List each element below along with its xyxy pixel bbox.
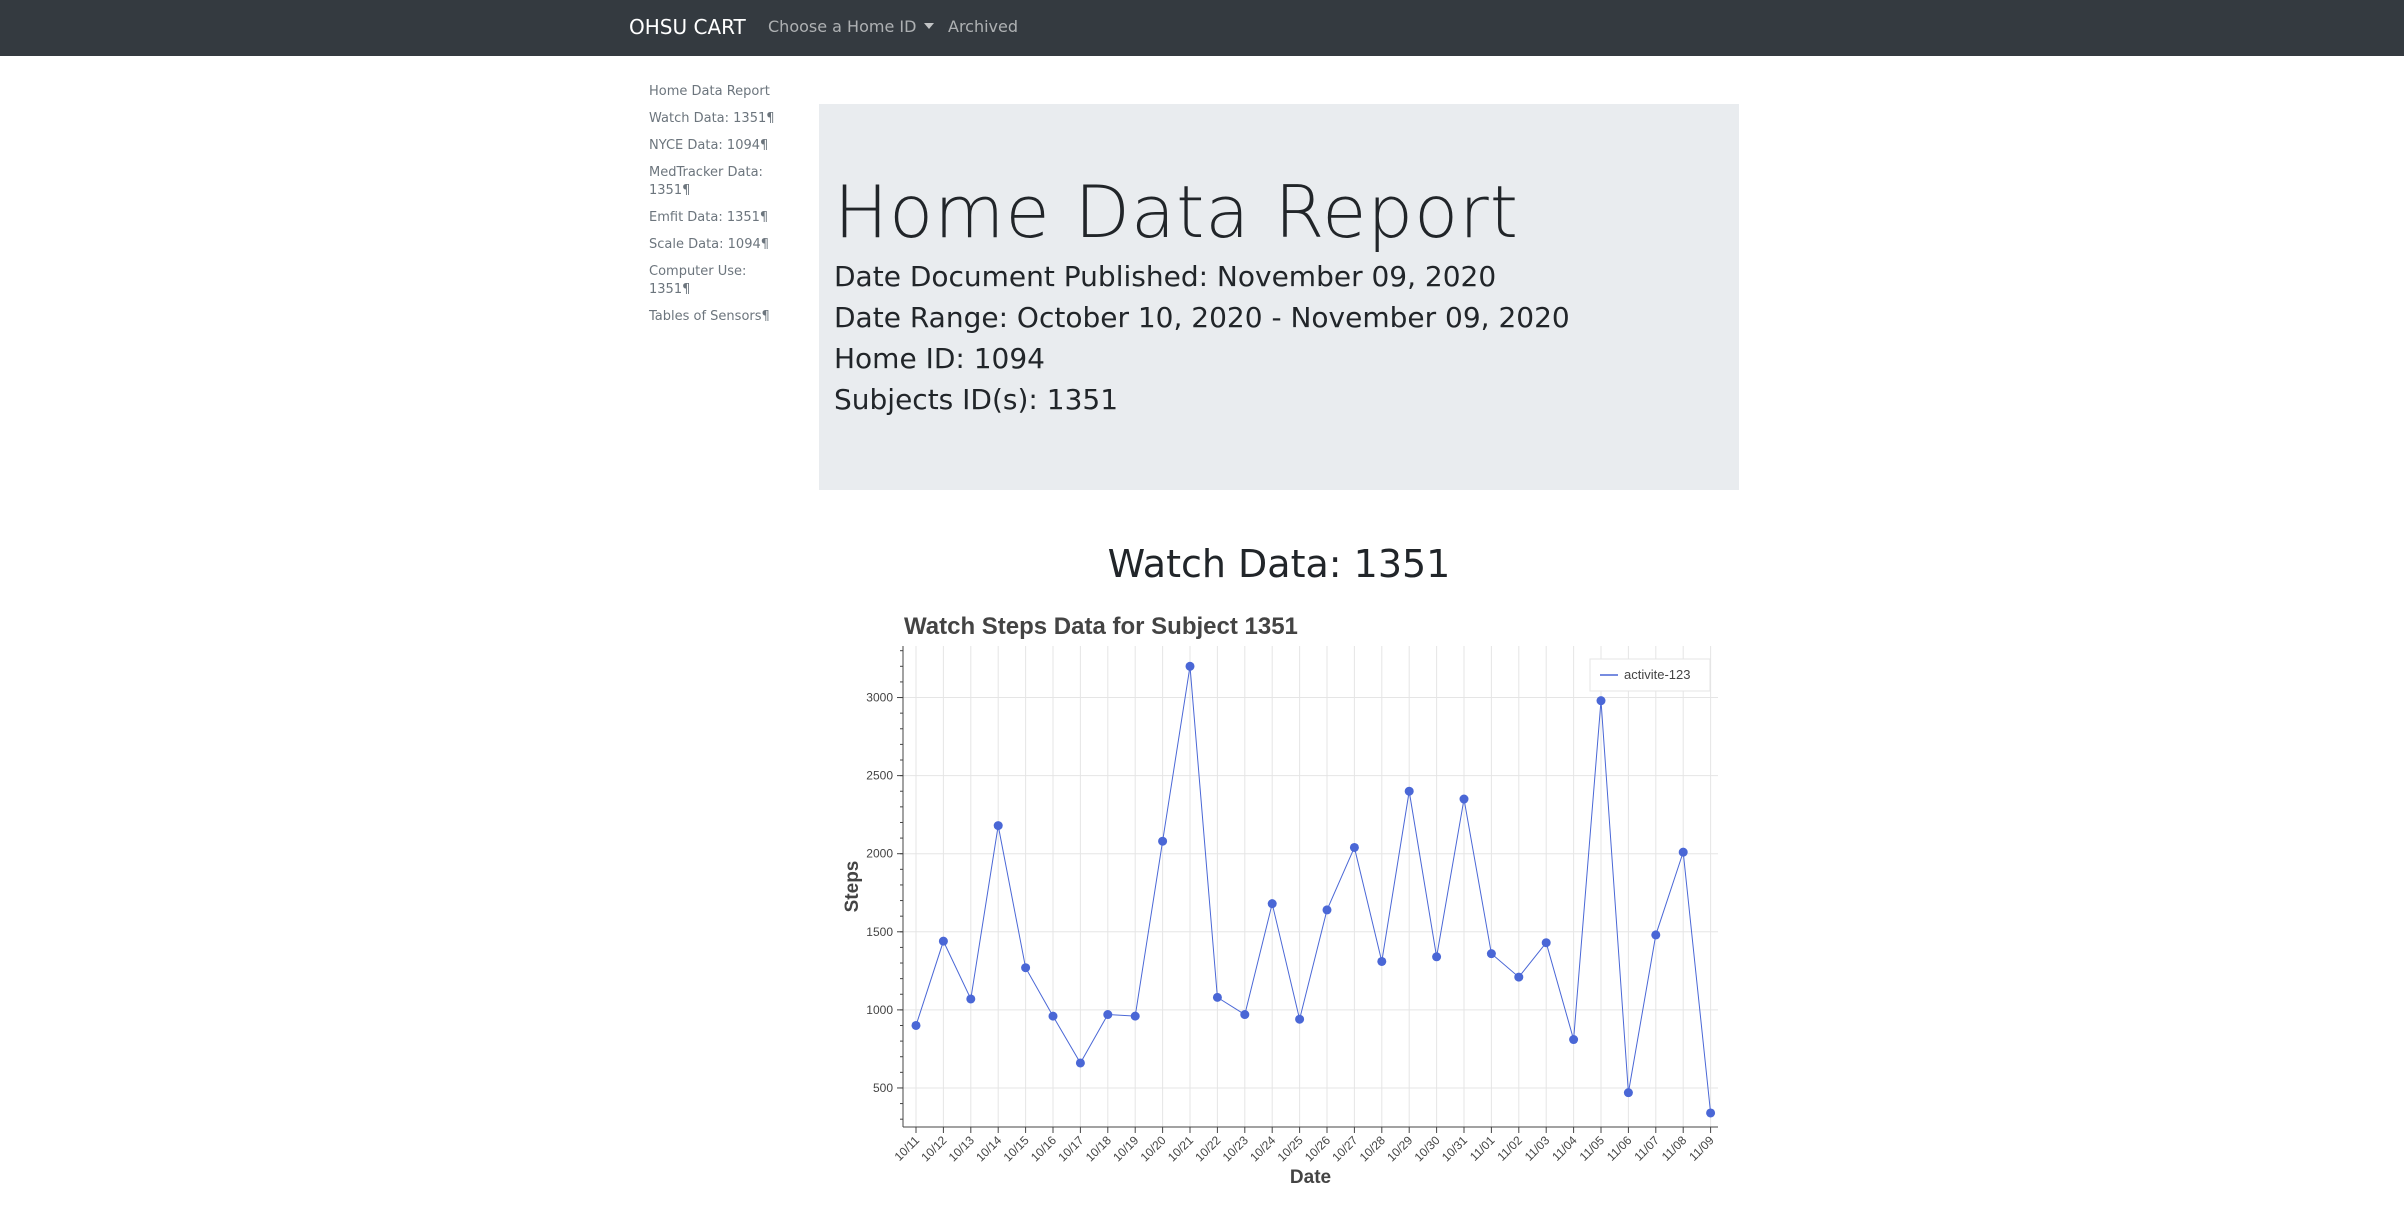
data-point (1048, 1011, 1058, 1021)
home-id-dropdown-label: Choose a Home ID (768, 17, 917, 36)
y-tick-label: 2000 (866, 847, 893, 861)
data-point (1514, 972, 1524, 982)
y-tick-label: 1000 (866, 1003, 893, 1017)
sidebar-item-scale-data[interactable]: Scale Data: 1094¶ (649, 236, 779, 254)
x-tick-label: 10/27 (1329, 1133, 1360, 1164)
x-tick-label: 10/21 (1165, 1133, 1196, 1164)
data-point (938, 936, 948, 946)
x-tick-label: 10/15 (1001, 1133, 1032, 1164)
x-tick-label: 11/04 (1549, 1133, 1580, 1164)
data-point (1212, 992, 1222, 1002)
data-point (1486, 949, 1496, 959)
report-header: Home Data Report Date Document Published… (819, 104, 1739, 490)
section-title-watch-data: Watch Data: 1351 (1107, 542, 1451, 586)
sidebar-item-medtracker-data[interactable]: MedTracker Data: 1351¶ (649, 164, 779, 200)
x-tick-label: 10/17 (1055, 1133, 1086, 1164)
data-point (1377, 956, 1387, 966)
x-tick-label: 10/11 (892, 1133, 923, 1164)
data-point (911, 1020, 921, 1030)
data-point (1404, 786, 1414, 796)
y-tick-label: 3000 (866, 691, 893, 705)
date-range: Date Range: October 10, 2020 - November … (834, 301, 1570, 334)
data-point (1075, 1058, 1085, 1068)
published-date: Date Document Published: November 09, 20… (834, 260, 1497, 293)
data-point (1432, 952, 1442, 962)
x-tick-label: 10/31 (1439, 1133, 1470, 1164)
data-point (1158, 836, 1168, 846)
watch-steps-chart: Watch Steps Data for Subject 1351 500 100… (830, 605, 1730, 1218)
sidebar-item-computer-use[interactable]: Computer Use: 1351¶ (649, 263, 779, 299)
x-tick-label: 11/08 (1659, 1133, 1690, 1164)
data-point (1651, 930, 1661, 940)
data-point (993, 821, 1003, 831)
x-tick-label: 10/29 (1384, 1133, 1415, 1164)
x-tick-label: 11/01 (1467, 1133, 1498, 1164)
x-tick-label: 11/05 (1577, 1133, 1608, 1164)
data-point (1349, 842, 1359, 852)
x-tick-label: 11/07 (1631, 1133, 1662, 1164)
sidebar-item-watch-data[interactable]: Watch Data: 1351¶ (649, 110, 779, 128)
caret-down-icon (924, 23, 935, 29)
data-point (1569, 1035, 1579, 1045)
sidebar-item-emfit-data[interactable]: Emfit Data: 1351¶ (649, 209, 779, 227)
data-point (1541, 938, 1551, 948)
sidebar-item-home-data-report[interactable]: Home Data Report (649, 83, 779, 101)
legend-label: activite-123 (1624, 667, 1690, 682)
x-tick-label: 10/14 (973, 1133, 1004, 1164)
data-point (1240, 1010, 1250, 1020)
sidebar: Home Data Report Watch Data: 1351¶ NYCE … (649, 83, 779, 335)
data-point (1322, 905, 1332, 915)
x-tick-label: 10/30 (1412, 1133, 1443, 1164)
x-tick-label: 10/24 (1247, 1133, 1278, 1164)
x-axis-label: Date (1290, 1167, 1331, 1188)
home-id-dropdown[interactable]: Choose a Home ID (768, 17, 935, 36)
home-id: Home ID: 1094 (834, 342, 1045, 375)
x-tick-label: 11/09 (1686, 1133, 1717, 1164)
data-point (1185, 661, 1195, 671)
data-point (1130, 1011, 1140, 1021)
x-tick-label: 10/16 (1028, 1133, 1059, 1164)
x-tick-label: 10/23 (1220, 1133, 1251, 1164)
x-tick-label: 10/20 (1138, 1133, 1169, 1164)
x-tick-label: 10/19 (1110, 1133, 1141, 1164)
x-tick-label: 10/26 (1302, 1133, 1333, 1164)
x-tick-label: 11/02 (1494, 1133, 1525, 1164)
x-tick-label: 10/22 (1192, 1133, 1223, 1164)
subject-ids: Subjects ID(s): 1351 (834, 383, 1119, 416)
sidebar-item-tables-of-sensors[interactable]: Tables of Sensors¶ (649, 308, 779, 326)
data-point (1267, 899, 1277, 909)
data-point (1459, 794, 1469, 804)
data-point (1706, 1108, 1716, 1118)
data-point (1623, 1088, 1633, 1098)
brand-link[interactable]: OHSU CART (629, 15, 746, 39)
x-tick-label: 10/18 (1083, 1133, 1114, 1164)
y-tick-label: 1500 (866, 925, 893, 939)
x-tick-label: 10/28 (1357, 1133, 1388, 1164)
x-tick-label: 10/12 (918, 1133, 949, 1164)
data-point (1103, 1010, 1113, 1020)
data-point (1678, 847, 1688, 857)
x-tick-label: 10/13 (946, 1133, 977, 1164)
data-point (1021, 963, 1031, 973)
page-title: Home Data Report (834, 170, 1519, 254)
x-tick-label: 11/06 (1604, 1133, 1635, 1164)
x-tick-label: 10/25 (1275, 1133, 1306, 1164)
data-point (1295, 1014, 1305, 1024)
chart-canvas: 5001000150020002500300010/1110/1210/1310… (842, 646, 1718, 1188)
x-tick-label: 11/03 (1522, 1133, 1553, 1164)
data-point (1596, 696, 1606, 706)
y-tick-label: 2500 (866, 769, 893, 783)
chart-title: Watch Steps Data for Subject 1351 (904, 613, 1298, 640)
y-tick-label: 500 (873, 1081, 893, 1095)
sidebar-item-nyce-data[interactable]: NYCE Data: 1094¶ (649, 137, 779, 155)
navbar: OHSU CART Choose a Home ID Archived (0, 0, 2404, 56)
archived-link[interactable]: Archived (948, 17, 1018, 36)
y-axis-label: Steps (842, 861, 863, 913)
data-point (966, 994, 976, 1004)
